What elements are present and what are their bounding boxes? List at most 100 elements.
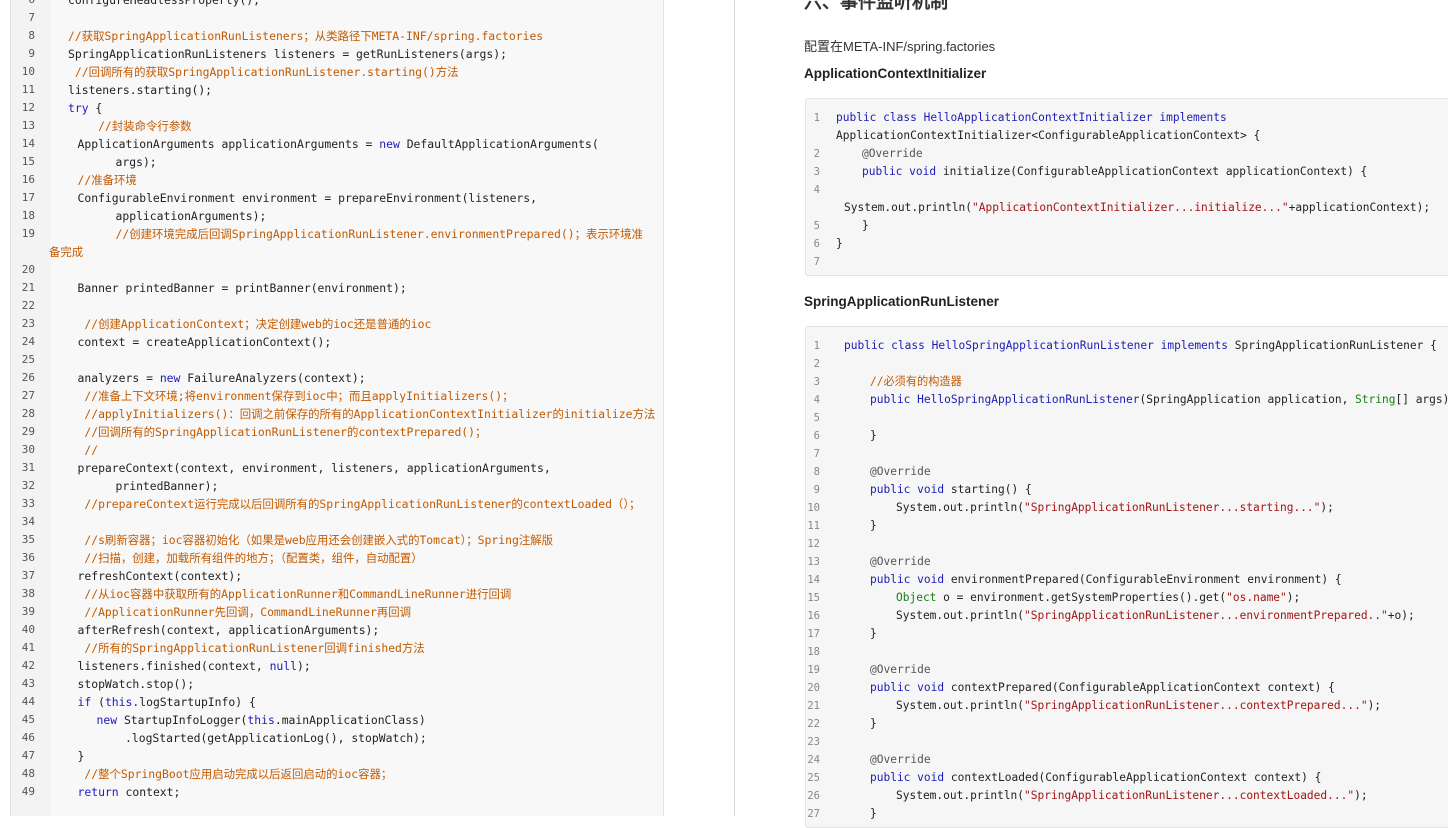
code-token: , [393, 461, 407, 475]
code-token: environment [242, 191, 318, 205]
code-editor-pane[interactable]: 6configureHeadlessProperty();78//获取Sprin… [10, 0, 664, 816]
page-title: 六、事件监听机制 [804, 0, 948, 12]
line-number: 15 [807, 592, 820, 604]
keyword: this [104, 695, 133, 709]
code-token: ) { [1347, 165, 1368, 178]
code-text: return context; [78, 783, 181, 801]
code-text: args); [116, 153, 157, 171]
code-token: , [214, 623, 229, 637]
code-text: } [862, 217, 869, 235]
code-token: . [125, 731, 132, 745]
keyword: new [379, 137, 400, 151]
line-number: 3 [813, 376, 820, 388]
annotation: @Override [870, 555, 931, 568]
code-token: context [77, 335, 126, 349]
code-token: ); [1416, 201, 1431, 214]
code-token: applicationContext [1225, 165, 1348, 178]
code-token: FailureAnalyzers [187, 371, 297, 385]
class-name: HelloSpringApplicationRunListener [917, 393, 1140, 406]
code-token: ) { [1321, 573, 1342, 586]
line-number: 21 [807, 700, 820, 712]
code-token: ); [297, 659, 311, 673]
code-token: } [870, 717, 877, 730]
line-number: 11 [21, 83, 35, 96]
section-heading: ApplicationContextInitializer [804, 66, 987, 81]
line-number: 45 [21, 713, 35, 726]
line-number: 27 [21, 389, 35, 402]
code-text: if (this.logStartupInfo) { [78, 693, 256, 711]
code-token: listeners [68, 83, 130, 97]
code-token: finished [146, 659, 201, 673]
line-number: 2 [813, 148, 820, 160]
type-name: Object [896, 591, 937, 604]
code-token: } [836, 237, 843, 250]
code-text: //获取SpringApplicationRunListeners；从类路径下M… [68, 29, 544, 43]
line-number: 43 [21, 677, 35, 690]
code-token: args [465, 47, 494, 61]
code-text: @Override [862, 145, 923, 163]
code-token: ConfigurableApplicationContext [1016, 165, 1220, 178]
code-token: applicationContext [1295, 201, 1417, 214]
code-token: ( [1051, 681, 1059, 694]
code-text: //applyInitializers()：回调之前保存的所有的Applicat… [77, 407, 656, 421]
line-number: 5 [813, 220, 820, 232]
code-token: ) [418, 713, 426, 727]
line-number: 41 [21, 641, 35, 654]
line-number: 24 [21, 335, 35, 348]
code-token: environment [970, 591, 1045, 604]
code-token: } [862, 219, 869, 232]
code-token: ( [310, 281, 318, 295]
code-text: //封装命令行参数 [77, 119, 192, 133]
code-text: System.out.println("SpringApplicationRun… [896, 697, 1381, 715]
doc-paragraph: 配置在META-INF/spring.factories [804, 39, 996, 54]
code-text: new StartupInfoLogger(this.mainApplicati… [97, 711, 426, 729]
code-token: ApplicationArguments [77, 137, 215, 151]
code-token: ConfigurableApplicationContext [1038, 129, 1241, 142]
code-token: SpringApplication [1146, 393, 1261, 406]
line-number: 4 [813, 184, 820, 196]
code-token: StartupInfoLogger [123, 713, 241, 727]
code-token: , [228, 461, 243, 475]
pane-divider[interactable] [734, 0, 735, 816]
code-token: { [88, 101, 103, 115]
keyword: public [870, 681, 911, 694]
line-number: 6 [813, 238, 820, 250]
keyword: return [77, 785, 119, 799]
line-number: 28 [21, 407, 35, 420]
code-token: afterRefresh [77, 623, 160, 637]
keyword: public [870, 573, 911, 586]
line-number: 37 [21, 569, 35, 582]
code-token: analyzers [77, 371, 140, 385]
code-text: } [836, 235, 843, 253]
line-number: 9 [813, 484, 820, 496]
code-token: (); [239, 0, 261, 7]
code-text: ConfigurableEnvironment environment = pr… [78, 189, 538, 207]
code-token: listeners [77, 659, 140, 673]
code-block-initializer[interactable]: 1 public class HelloApplicationContextIni… [805, 98, 1448, 276]
code-token: ( [591, 137, 599, 151]
code-text: } [870, 517, 877, 535]
code-token: } [870, 519, 877, 532]
code-text: //创建环境完成后回调SpringApplicationRunListener.… [115, 227, 643, 241]
code-token: listeners [273, 47, 336, 61]
code-block-runlistener[interactable]: 1 public class HelloSpringApplicationRunL… [805, 326, 1448, 828]
line-number: 16 [21, 173, 35, 186]
line-number: 24 [807, 754, 820, 766]
line-number: 11 [807, 520, 820, 532]
code-token: context [303, 371, 352, 385]
code-token: ); [493, 47, 507, 61]
code-token: ( [1078, 573, 1086, 586]
code-text: SpringApplicationRunListeners listeners … [68, 45, 507, 63]
code-token: out [943, 699, 964, 712]
code-token: refreshContext [77, 569, 174, 583]
code-text: } [870, 715, 877, 733]
code-text: public void starting() { [870, 481, 1032, 499]
code-token: ); [252, 209, 267, 223]
code-token: starting [136, 83, 192, 97]
code-text: listeners.starting(); [68, 81, 212, 99]
code-token: ); [1367, 699, 1382, 712]
code-token: getApplicationLog [207, 731, 324, 745]
